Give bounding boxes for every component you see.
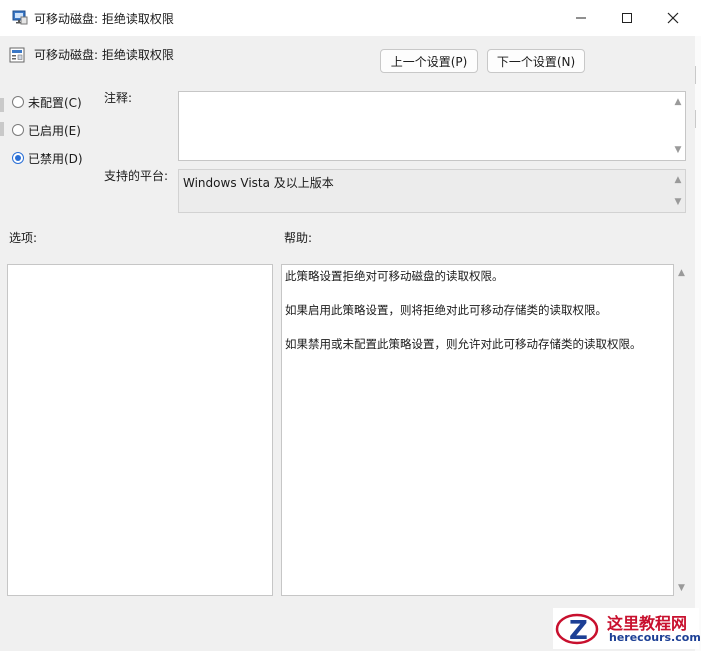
radio-label: 已启用(E)	[28, 123, 81, 138]
platform-field: Windows Vista 及以上版本 ▲ ▼	[178, 169, 686, 213]
help-text-line: 如果禁用或未配置此策略设置，则允许对此可移动存储类的读取权限。	[285, 337, 642, 351]
options-label: 选项:	[9, 231, 38, 245]
radio-label: 未配置(C)	[28, 95, 82, 110]
background-edge-mark	[0, 98, 4, 112]
radio-circle[interactable]	[12, 96, 24, 108]
policy-name: 可移动磁盘: 拒绝读取权限	[34, 48, 174, 62]
scroll-up-icon[interactable]: ▲	[673, 175, 683, 185]
previous-setting-button[interactable]: 上一个设置(P)	[380, 49, 478, 73]
title-bar[interactable]: 可移动磁盘: 拒绝读取权限	[0, 0, 701, 36]
scroll-down-icon[interactable]: ▼	[673, 197, 683, 207]
radio-not-configured[interactable]: 未配置(C)	[12, 93, 82, 111]
policy-setting-icon	[9, 47, 25, 63]
background-edge-mark	[695, 110, 701, 128]
comment-textarea[interactable]: ▲ ▼	[178, 91, 686, 161]
comment-label: 注释:	[104, 91, 133, 105]
watermark-logo: Z 这里教程网 herecours.com	[553, 608, 701, 649]
minimize-icon	[576, 17, 586, 19]
help-scroll-down-icon[interactable]: ▼	[678, 583, 685, 593]
svg-text:Z: Z	[569, 616, 588, 646]
background-edge-mark	[695, 66, 701, 84]
options-panel	[7, 264, 273, 596]
scroll-up-icon[interactable]: ▲	[673, 97, 683, 107]
watermark-z-icon: Z	[555, 613, 599, 646]
next-setting-button[interactable]: 下一个设置(N)	[487, 49, 585, 73]
platform-value: Windows Vista 及以上版本	[183, 176, 334, 190]
radio-circle[interactable]	[12, 124, 24, 136]
help-text-line: 此策略设置拒绝对可移动磁盘的读取权限。	[285, 269, 504, 283]
watermark-site: herecours.com	[609, 631, 701, 644]
window-title: 可移动磁盘: 拒绝读取权限	[34, 12, 174, 26]
help-label: 帮助:	[284, 231, 313, 245]
close-button[interactable]	[650, 0, 696, 36]
radio-circle-selected[interactable]	[12, 152, 24, 164]
background-edge-mark	[0, 122, 4, 136]
background-window-edge	[695, 36, 701, 651]
radio-label: 已禁用(D)	[28, 151, 83, 166]
policy-window-icon	[12, 10, 28, 25]
maximize-button[interactable]	[604, 0, 650, 36]
help-text-line: 如果启用此策略设置，则将拒绝对此可移动存储类的读取权限。	[285, 303, 607, 317]
minimize-button[interactable]	[558, 0, 604, 36]
close-icon	[667, 12, 679, 24]
maximize-icon	[622, 13, 632, 23]
scroll-down-icon[interactable]: ▼	[673, 145, 683, 155]
radio-enabled[interactable]: 已启用(E)	[12, 121, 81, 139]
platform-label: 支持的平台:	[104, 169, 169, 183]
radio-disabled[interactable]: 已禁用(D)	[12, 149, 83, 167]
help-scroll-up-icon[interactable]: ▲	[678, 268, 685, 278]
